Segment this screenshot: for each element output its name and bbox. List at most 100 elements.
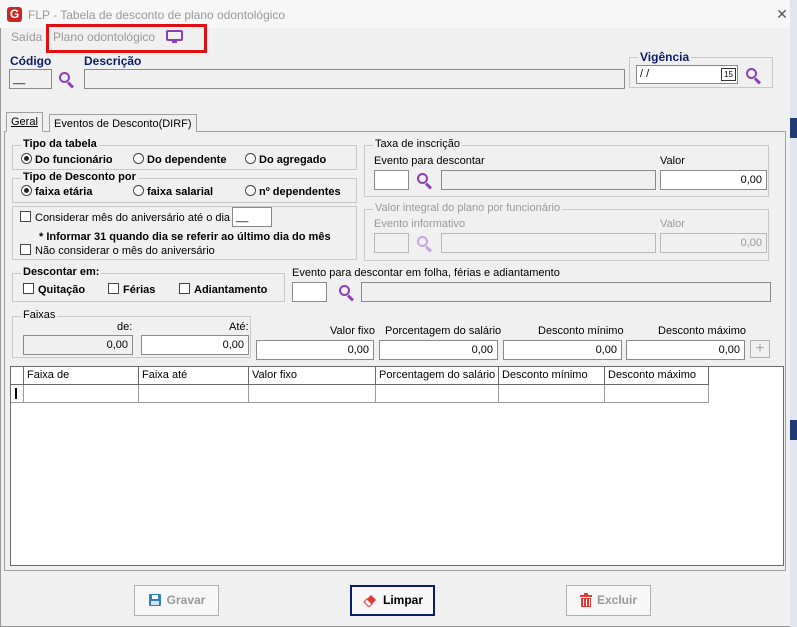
evento-folha-input[interactable] [292,282,327,302]
table-cell[interactable] [376,385,499,403]
descontar-em-label: Descontar em: [21,266,102,278]
desconto-maximo-input[interactable]: 0,00 [626,340,745,360]
excluir-button[interactable]: Excluir [566,585,651,616]
radio-dot [133,153,144,164]
radio-dot [133,185,144,196]
taxa-evento-desc [441,170,656,190]
search-icon[interactable] [745,67,763,85]
valor-fixo-label: Valor fixo [330,325,376,337]
taxa-valor-input[interactable]: 0,00 [660,170,767,190]
descricao-input[interactable] [84,69,625,89]
integral-evento-label: Evento informativo [374,218,466,230]
checkbox-label: Quitação [38,284,86,296]
vigencia-label: Vigência [638,50,692,64]
grid-header-valor-fixo[interactable]: Valor fixo [249,367,376,385]
radio-faixa-etaria[interactable]: faixa etária [21,185,92,198]
search-icon[interactable] [416,172,434,190]
grid-header-percentual[interactable]: Porcentagem do salário [376,367,499,385]
radio-label: Do dependente [147,154,227,166]
taxa-evento-input[interactable] [374,170,409,190]
faixas-label: Faixas [21,309,58,321]
gravar-button[interactable]: Gravar [134,585,219,616]
search-icon[interactable] [58,71,76,89]
evento-folha-label: Evento para descontar em folha, férias e… [292,267,560,279]
radio-n-dependentes[interactable]: nº dependentes [245,185,341,198]
ferias-checkbox[interactable]: Férias [108,283,155,296]
menu-item-exit[interactable]: Saída [11,30,42,44]
tipo-desconto-label: Tipo de Desconto por [21,171,138,183]
radio-dot [245,153,256,164]
desconto-minimo-input[interactable]: 0,00 [503,340,622,360]
dia-aniversario-input[interactable]: __ [232,207,272,227]
radio-do-dependente[interactable]: Do dependente [133,153,226,166]
checkbox-box [23,283,34,294]
considerar-aniversario-checkbox[interactable]: Considerar mês do aniversário até o dia [20,211,230,224]
grid-header-desconto-minimo[interactable]: Desconto mínimo [499,367,605,385]
faixas-grid[interactable]: Faixa de Faixa até Valor fixo Porcentage… [10,366,784,566]
radio-dot [245,185,256,196]
grid-header-faixa-de[interactable]: Faixa de [24,367,139,385]
grid-header-faixa-ate[interactable]: Faixa até [139,367,249,385]
checkbox-box [108,283,119,294]
checkbox-label: Férias [123,284,156,296]
table-cell[interactable] [139,385,249,403]
valor-fixo-input[interactable]: 0,00 [256,340,374,360]
nao-considerar-aniversario-checkbox[interactable]: Não considerar o mês do aniversário [20,244,215,257]
checkbox-box [20,211,31,222]
faixa-ate-label: Até: [229,321,249,333]
radio-label: Do agregado [259,154,327,166]
calendar-icon[interactable]: 15 [721,68,736,81]
add-faixa-button[interactable]: + [750,340,770,358]
tab-geral[interactable]: Geral [6,112,43,132]
desconto-minimo-label: Desconto mínimo [538,325,624,337]
background-window-strip [790,0,797,627]
radio-dot [21,185,32,196]
radio-label: faixa etária [35,186,93,198]
codigo-label: Código [10,54,52,68]
radio-label: nº dependentes [259,186,341,198]
radio-faixa-salarial[interactable]: faixa salarial [133,185,213,198]
limpar-button[interactable]: Limpar [350,585,435,616]
highlight-box [46,24,207,53]
integral-valor-label: Valor [660,218,685,230]
excluir-label: Excluir [596,593,638,607]
search-icon [416,235,434,253]
background-strip-bar [790,420,797,440]
row-cursor-icon [15,388,17,399]
evento-folha-desc [361,282,771,302]
flp-logo-icon: G [7,7,22,22]
integral-evento-desc [441,233,656,253]
checkbox-label: Adiantamento [194,284,268,296]
table-cell[interactable] [499,385,605,403]
grid-corner [11,367,24,385]
radio-label: Do funcionário [35,154,113,166]
faixa-de-input[interactable]: 0,00 [23,335,133,355]
table-cell[interactable] [605,385,709,403]
search-icon[interactable] [338,284,356,302]
tab-eventos-label: Eventos de Desconto(DIRF) [54,118,192,130]
taxa-label: Taxa de inscrição [373,138,462,150]
radio-do-funcionario[interactable]: Do funcionário [21,153,113,166]
quitacao-checkbox[interactable]: Quitação [23,283,85,296]
checkbox-box [20,244,31,255]
faixa-ate-input[interactable]: 0,00 [141,335,249,355]
percentual-salario-input[interactable]: 0,00 [379,340,498,360]
table-cell[interactable] [24,385,139,403]
window-title: FLP - Tabela de desconto de plano odonto… [28,8,286,22]
tipo-tabela-label: Tipo da tabela [21,138,99,150]
trash-icon [579,593,592,607]
adiantamento-checkbox[interactable]: Adiantamento [179,283,267,296]
table-cell[interactable] [249,385,376,403]
taxa-valor-label: Valor [660,155,685,167]
radio-do-agregado[interactable]: Do agregado [245,153,326,166]
close-button[interactable]: ✕ [774,6,790,22]
grid-header-desconto-maximo[interactable]: Desconto máximo [605,367,709,385]
limpar-label: Limpar [382,593,423,607]
radio-dot [21,153,32,164]
checkbox-label: Considerar mês do aniversário até o dia [35,212,231,224]
codigo-input[interactable]: __ [9,69,52,89]
tab-eventos-dirf[interactable]: Eventos de Desconto(DIRF) [49,114,197,132]
tab-geral-label: Geral [11,116,38,128]
aniversario-note: * Informar 31 quando dia se referir ao ú… [39,231,331,243]
floppy-icon [148,594,161,606]
